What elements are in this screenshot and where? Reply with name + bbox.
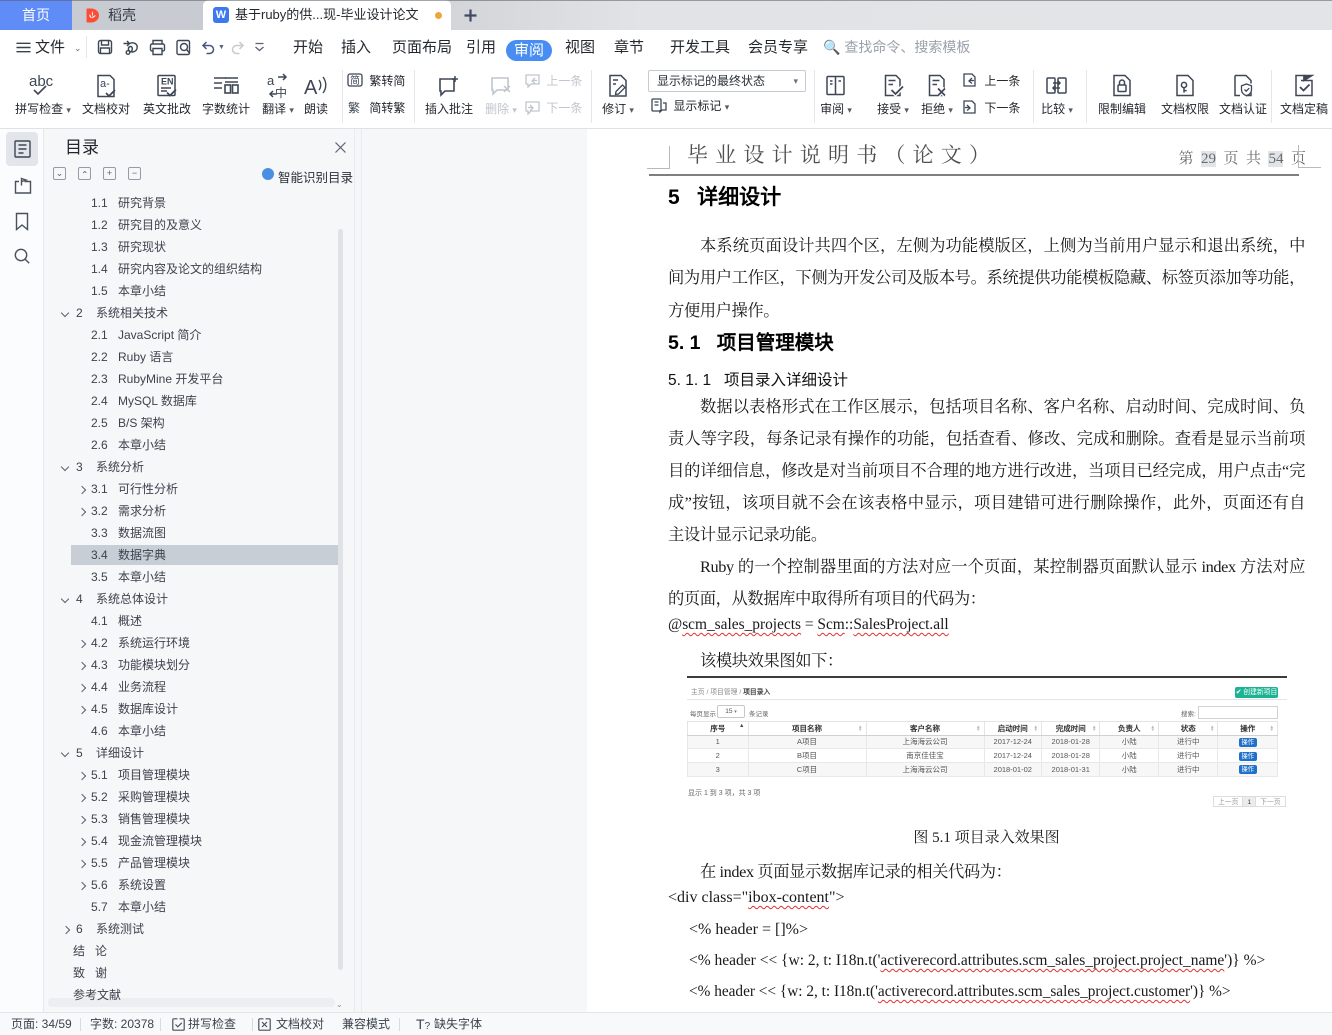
svg-text:A: A [304,77,318,99]
svg-text:繁: 繁 [348,100,360,115]
svg-text:a: a [267,73,275,88]
svg-text:a-: a- [100,78,110,90]
svg-text:EN: EN [161,77,174,87]
svg-text:简: 简 [350,74,360,87]
svg-text:中: 中 [275,85,287,100]
svg-text:abc: abc [29,73,54,90]
